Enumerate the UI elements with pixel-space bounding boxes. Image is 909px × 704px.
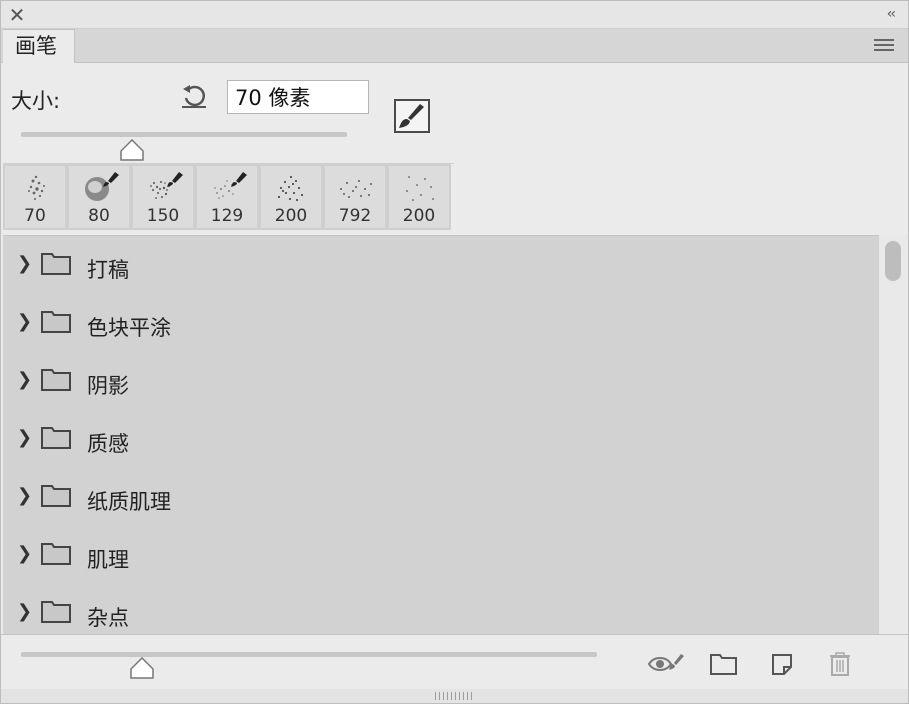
preset-brush[interactable]: 70: [3, 164, 67, 230]
tab-bar: 画笔: [1, 29, 908, 63]
group-label: 纸质肌理: [87, 490, 171, 514]
folder-icon: [41, 253, 71, 275]
size-controls: 大小:: [1, 63, 908, 163]
size-slider-thumb[interactable]: [119, 138, 145, 161]
list-item[interactable]: ❯ 纸质肌理: [3, 468, 879, 526]
new-group-icon[interactable]: [709, 651, 739, 677]
list-item[interactable]: ❯ 杂点: [3, 584, 879, 634]
resize-grip[interactable]: [1, 689, 908, 703]
dry-spatter-brush-icon: [214, 172, 247, 199]
preset-brush[interactable]: 80: [67, 164, 131, 230]
preset-strip: 70 80 150 129 200 792 200: [3, 163, 454, 230]
panel-menu-icon[interactable]: [874, 39, 894, 53]
size-label: 大小:: [11, 89, 61, 113]
trash-icon[interactable]: [827, 651, 857, 677]
scatter-dots-brush-icon: [278, 176, 303, 201]
preset-brush[interactable]: 200: [259, 164, 323, 230]
preset-size: 200: [274, 206, 308, 226]
new-brush-icon[interactable]: [769, 651, 799, 677]
preset-size: 80: [88, 206, 110, 226]
list-item[interactable]: ❯ 色块平涂: [3, 294, 879, 352]
list-item[interactable]: ❯ 肌理: [3, 526, 879, 584]
folder-icon: [41, 369, 71, 391]
collapse-panel-icon[interactable]: ‹‹: [887, 6, 896, 22]
spatter-brush-icon: [150, 172, 183, 199]
grip-lines: [435, 692, 475, 700]
list-scrollbar[interactable]: [879, 235, 908, 634]
list-item[interactable]: ❯ 打稿: [3, 236, 879, 294]
preset-brush[interactable]: 200: [387, 164, 451, 230]
preset-size: 70: [24, 206, 46, 226]
sparse-dots-brush-icon: [340, 180, 372, 198]
close-icon[interactable]: ✕: [7, 5, 27, 25]
smudge-brush-icon: [85, 172, 119, 201]
preset-size: 150: [146, 206, 180, 226]
toggle-preview-icon[interactable]: [647, 651, 684, 677]
preset-brush[interactable]: 129: [195, 164, 259, 230]
brush-tool-icon[interactable]: [394, 99, 430, 133]
preset-brush[interactable]: 792: [323, 164, 387, 230]
preset-size: 792: [338, 206, 372, 226]
reset-size-icon[interactable]: [179, 81, 209, 111]
tab-brushes[interactable]: 画笔: [3, 29, 75, 63]
chevron-right-icon[interactable]: ❯: [17, 601, 32, 622]
group-label: 色块平涂: [87, 316, 171, 340]
preset-size: 129: [210, 206, 244, 226]
bottom-toolbar: [1, 634, 908, 689]
group-label: 肌理: [87, 548, 129, 572]
chevron-right-icon[interactable]: ❯: [17, 427, 32, 448]
chevron-right-icon[interactable]: ❯: [17, 253, 32, 274]
size-input[interactable]: [227, 80, 369, 114]
preview-size-slider-track[interactable]: [21, 652, 597, 657]
size-slider-track[interactable]: [21, 132, 347, 137]
scroll-thumb[interactable]: [885, 241, 901, 281]
group-label: 阴影: [87, 374, 129, 398]
folder-icon: [41, 543, 71, 565]
group-label: 打稿: [87, 258, 129, 282]
soft-charcoal-brush-icon: [28, 175, 45, 200]
folder-icon: [41, 601, 71, 623]
list-item[interactable]: ❯ 阴影: [3, 352, 879, 410]
list-item[interactable]: ❯ 质感: [3, 410, 879, 468]
chevron-right-icon[interactable]: ❯: [17, 485, 32, 506]
brush-group-list: ❯ 打稿 ❯ 色块平涂 ❯ 阴影 ❯ 质感 ❯ 纸质肌理 ❯ 肌理 ❯ 杂点: [3, 235, 879, 634]
chevron-right-icon[interactable]: ❯: [17, 543, 32, 564]
preset-size: 200: [402, 206, 436, 226]
panel-titlebar: ✕ ‹‹: [1, 1, 908, 29]
chevron-right-icon[interactable]: ❯: [17, 311, 32, 332]
group-label: 质感: [87, 432, 129, 456]
folder-icon: [41, 427, 71, 449]
brushes-panel: ✕ ‹‹ 画笔 大小: 70 像素 70 80 150 129 200 792 …: [0, 0, 909, 704]
folder-icon: [41, 485, 71, 507]
group-label: 杂点: [87, 606, 129, 630]
preset-brush[interactable]: 150: [131, 164, 195, 230]
preview-size-slider-thumb[interactable]: [129, 656, 155, 679]
folder-icon: [41, 311, 71, 333]
fine-dots-brush-icon: [406, 176, 434, 201]
chevron-right-icon[interactable]: ❯: [17, 369, 32, 390]
